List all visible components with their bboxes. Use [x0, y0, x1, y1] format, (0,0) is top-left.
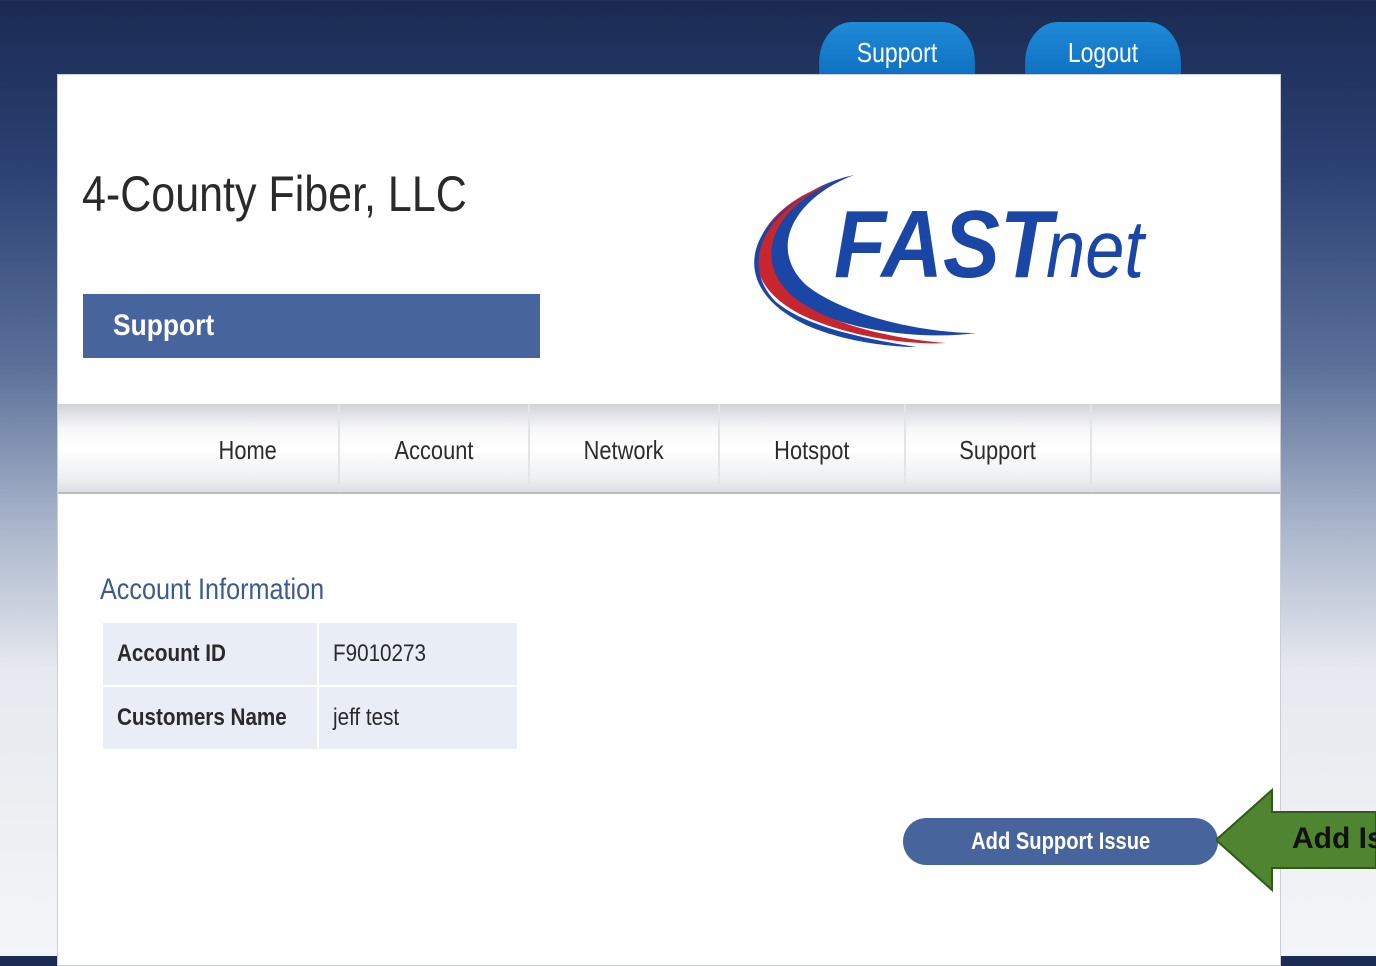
section-title: Support — [113, 309, 215, 342]
account-id-label: Account ID — [103, 623, 317, 685]
nav-support[interactable]: Support — [906, 404, 1092, 490]
add-support-issue-button[interactable]: Add Support Issue — [903, 818, 1218, 865]
logo-brand-bold: FAST — [834, 191, 1059, 298]
nav-account-label: Account — [394, 435, 474, 465]
company-name: 4-County Fiber, LLC — [82, 166, 467, 222]
add-support-issue-label: Add Support Issue — [970, 828, 1151, 855]
nav-network[interactable]: Network — [530, 404, 720, 490]
customer-name-value: jeff test — [319, 687, 517, 749]
fastnet-logo: FAST net — [754, 175, 1147, 347]
logo-brand-light: net — [1046, 204, 1147, 295]
customer-name-label: Customers Name — [103, 687, 317, 749]
nav-home[interactable]: Home — [158, 404, 340, 490]
account-info-heading: Account Information — [100, 573, 325, 606]
top-support-tab[interactable]: Support — [819, 22, 975, 78]
nav-support-label: Support — [959, 435, 1037, 465]
callout-text: Add Is — [1292, 822, 1376, 855]
nav-network-label: Network — [583, 435, 665, 465]
logout-tab[interactable]: Logout — [1025, 22, 1181, 78]
main-nav: Home Account Network Hotspot Support — [58, 404, 1280, 494]
section-banner: Support — [83, 294, 540, 358]
nav-hotspot[interactable]: Hotspot — [720, 404, 906, 490]
nav-account[interactable]: Account — [340, 404, 530, 490]
nav-home-label: Home — [218, 435, 278, 465]
nav-hotspot-label: Hotspot — [774, 435, 850, 465]
account-id-value: F9010273 — [319, 623, 517, 685]
